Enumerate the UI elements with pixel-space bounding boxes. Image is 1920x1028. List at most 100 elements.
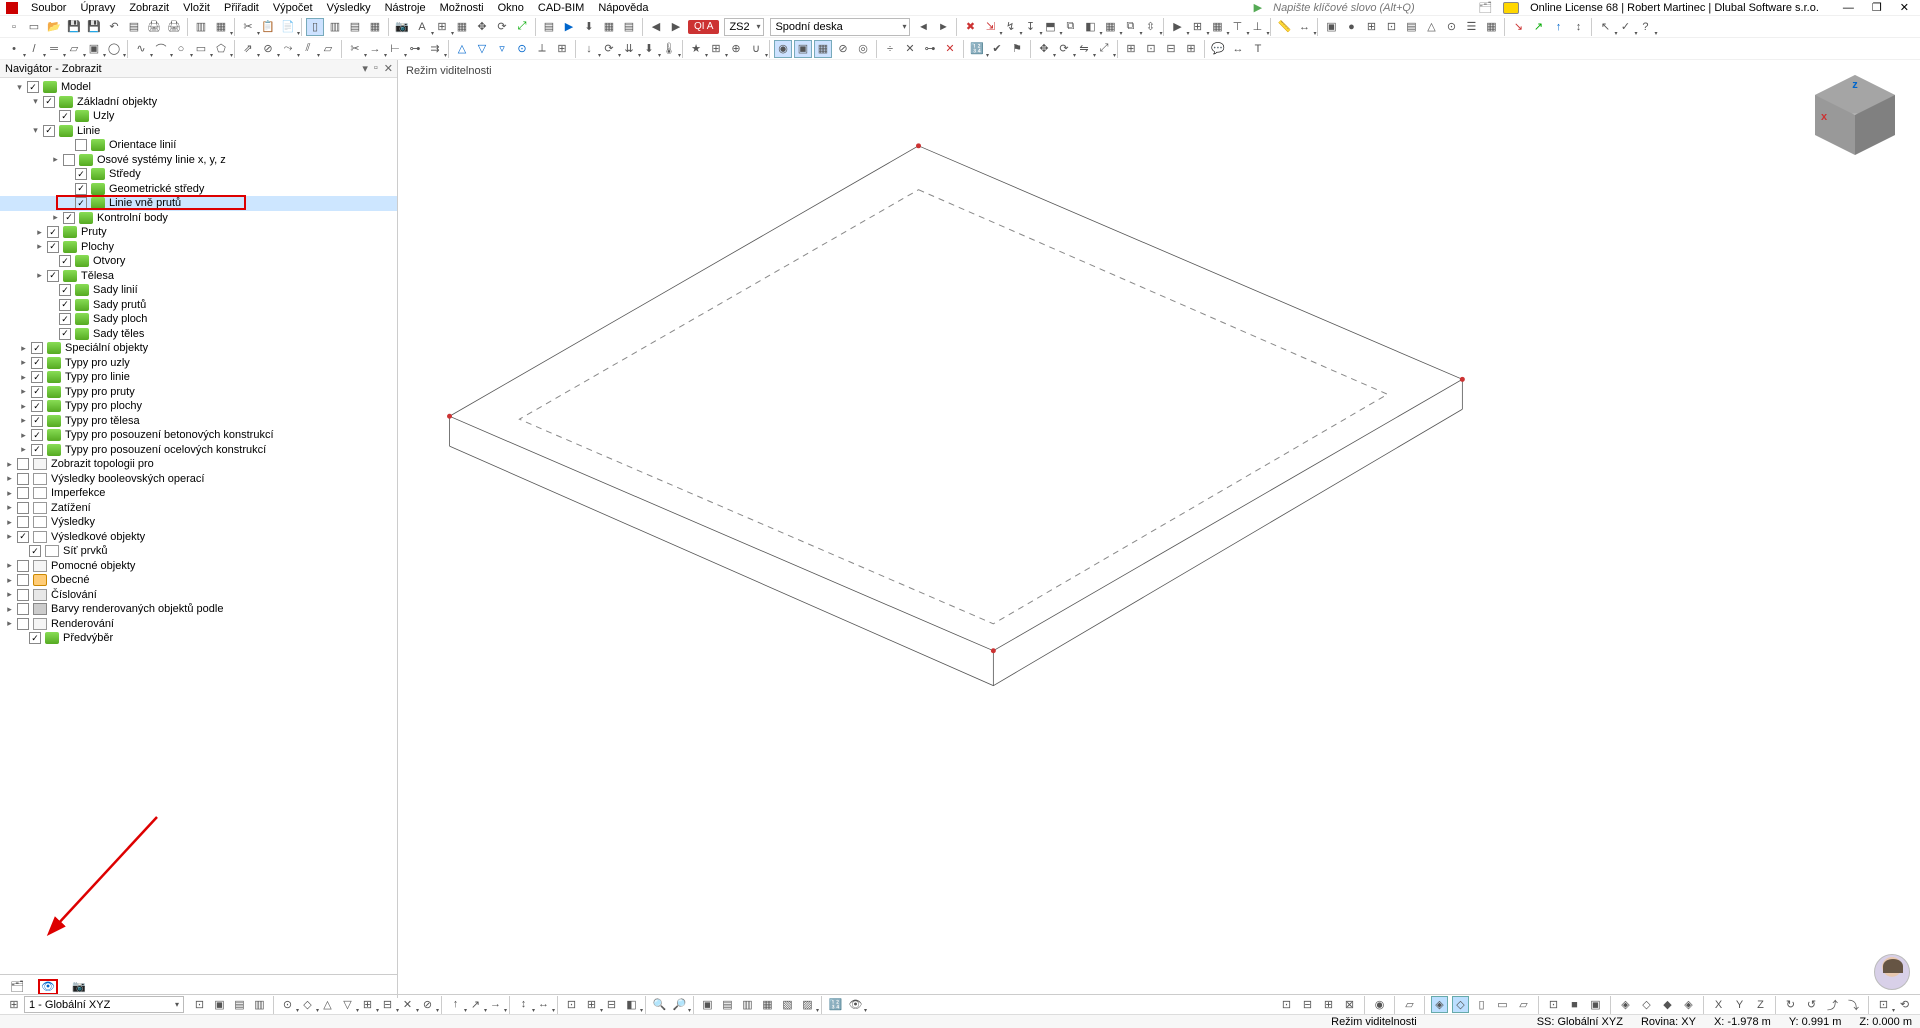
intersect-icon[interactable]: ✕ xyxy=(901,40,919,58)
save-as-icon[interactable]: 💾 xyxy=(85,18,103,36)
checkbox[interactable]: ✓ xyxy=(17,531,29,543)
rotate-obj-icon[interactable]: ⟳ xyxy=(1055,40,1073,58)
divide-icon[interactable]: ÷ xyxy=(881,40,899,58)
node-support-icon[interactable]: △ xyxy=(453,40,471,58)
new-surface-icon[interactable]: ▱ xyxy=(65,40,83,58)
lineload-icon[interactable]: ⇊ xyxy=(620,40,638,58)
expand-icon[interactable]: ▸ xyxy=(4,589,15,600)
cam-icon[interactable]: 📷 xyxy=(393,18,411,36)
checkbox[interactable] xyxy=(17,516,29,528)
sb-obj2-icon[interactable]: ▤ xyxy=(719,996,736,1013)
checkbox[interactable]: ✓ xyxy=(31,342,43,354)
anim-icon[interactable]: ▶ xyxy=(1168,18,1186,36)
tree-item-typtelesa[interactable]: ▸✓Typy pro tělesa xyxy=(0,414,397,429)
sb-r2-icon[interactable]: ⊟ xyxy=(1299,996,1316,1013)
sb-f-icon[interactable]: ◧ xyxy=(623,996,640,1013)
tree-item-sadylinii[interactable]: ✓Sady linií xyxy=(0,283,397,298)
checkbox[interactable]: ✓ xyxy=(59,110,71,122)
mirror-icon[interactable]: ⇋ xyxy=(1075,40,1093,58)
wizard-icon[interactable]: ★ xyxy=(687,40,705,58)
expand-icon[interactable]: ▸ xyxy=(18,444,29,455)
expand-icon[interactable]: ▸ xyxy=(34,241,45,252)
tree-item-kontrol[interactable]: ▸✓Kontrolní body xyxy=(0,211,397,226)
block-icon[interactable]: ▭ xyxy=(25,18,43,36)
copy-icon[interactable]: 📋 xyxy=(259,18,277,36)
deform-icon[interactable]: ↯ xyxy=(1001,18,1019,36)
checkbox[interactable]: ✓ xyxy=(59,255,71,267)
rotate-icon[interactable]: ⟳ xyxy=(493,18,511,36)
expand-icon[interactable]: ▸ xyxy=(18,386,29,397)
check-model-icon[interactable]: ✔ xyxy=(988,40,1006,58)
viewport[interactable]: Režim viditelnosti x y z xyxy=(398,60,1920,998)
paste-icon[interactable]: 📄 xyxy=(279,18,297,36)
move-obj-icon[interactable]: ✥ xyxy=(1035,40,1053,58)
member-hinge-icon[interactable]: ⊙ xyxy=(513,40,531,58)
checkbox[interactable]: ✓ xyxy=(59,313,71,325)
scale-icon[interactable]: ⇳ xyxy=(1141,18,1159,36)
split-icon[interactable]: ⊢ xyxy=(386,40,404,58)
tree-item-zaklad[interactable]: ▾✓Základní objekty xyxy=(0,95,397,110)
sb-persp-icon[interactable]: ▱ xyxy=(1401,996,1418,1013)
scale-obj-icon[interactable]: ⤢ xyxy=(1095,40,1113,58)
checkbox[interactable]: ✓ xyxy=(31,357,43,369)
calc-check-icon[interactable]: ▤ xyxy=(540,18,558,36)
expand-icon[interactable]: ▸ xyxy=(18,343,29,354)
sb-r1-icon[interactable]: ⊡ xyxy=(1278,996,1295,1013)
new-node-icon[interactable]: • xyxy=(5,40,23,58)
expand-icon[interactable]: ▸ xyxy=(50,154,61,165)
tree-item-stredy[interactable]: ✓Středy xyxy=(0,167,397,182)
snap-icon[interactable]: ⊞ xyxy=(433,18,451,36)
cuts-icon[interactable]: ⧉ xyxy=(1121,18,1139,36)
tab-display[interactable]: 👁 xyxy=(38,979,58,995)
sb-rot-cw-icon[interactable]: ↻ xyxy=(1782,996,1799,1013)
expand-icon[interactable]: ▸ xyxy=(4,473,15,484)
menu-calc[interactable]: Výpočet xyxy=(266,2,320,14)
window4-button[interactable]: ▦ xyxy=(366,18,384,36)
checkbox[interactable]: ✓ xyxy=(75,197,87,209)
sb-wireframe-icon[interactable]: ⊡ xyxy=(1545,996,1562,1013)
menu-edit[interactable]: Úpravy xyxy=(73,2,122,14)
circle-icon[interactable]: ○ xyxy=(172,40,190,58)
assistant-avatar[interactable] xyxy=(1874,954,1910,990)
sb-d-icon[interactable]: ⊞ xyxy=(583,996,600,1013)
tree-item-plochy[interactable]: ▸✓Plochy xyxy=(0,240,397,255)
grid-icon[interactable]: ▦ xyxy=(453,18,471,36)
loft-icon[interactable]: ⫽ xyxy=(299,40,317,58)
tree-item-barvy[interactable]: ▸Barvy renderovaných objektů podle xyxy=(0,602,397,617)
redo-icon[interactable]: ▤ xyxy=(125,18,143,36)
window2h-button[interactable]: ▥ xyxy=(326,18,344,36)
expand-icon[interactable]: ▸ xyxy=(4,488,15,499)
checkbox[interactable]: ✓ xyxy=(31,429,43,441)
checkbox[interactable]: ✓ xyxy=(27,81,39,93)
tree-item-sadyploch[interactable]: ✓Sady ploch xyxy=(0,312,397,327)
expand-icon[interactable]: ▸ xyxy=(18,357,29,368)
checkbox[interactable] xyxy=(17,574,29,586)
sb-zoom2-icon[interactable]: 🔎 xyxy=(671,996,688,1013)
sb-z-view-icon[interactable]: Z xyxy=(1752,996,1769,1013)
sb-snap1-icon[interactable]: ⊙ xyxy=(279,996,296,1013)
join-icon[interactable]: ⊶ xyxy=(406,40,424,58)
local-cs-icon[interactable]: ⊞ xyxy=(1122,40,1140,58)
checkbox[interactable]: ✓ xyxy=(31,386,43,398)
tree-item-sadyprutu[interactable]: ✓Sady prutů xyxy=(0,298,397,313)
cuboid-icon[interactable]: ▦ xyxy=(212,18,230,36)
tree-item-render[interactable]: ▸Renderování xyxy=(0,617,397,632)
menu-file[interactable]: Soubor xyxy=(24,2,73,14)
sb-b-icon[interactable]: ↔ xyxy=(535,996,552,1013)
checkbox[interactable]: ✓ xyxy=(31,371,43,383)
tree-item-typocel[interactable]: ▸✓Typy pro posouzení ocelových konstrukc… xyxy=(0,443,397,458)
checkbox[interactable]: ✓ xyxy=(47,270,59,282)
tree-item-sadyteles[interactable]: ✓Sady těles xyxy=(0,327,397,342)
visibility-mode-button[interactable]: ◉ xyxy=(774,40,792,58)
arrow-x-icon[interactable]: ↘ xyxy=(1509,18,1527,36)
expand-icon[interactable]: ▸ xyxy=(50,212,61,223)
axes-10-icon[interactable]: ↕ xyxy=(1569,18,1587,36)
sb-obj3-icon[interactable]: ▥ xyxy=(739,996,756,1013)
layers-icon[interactable]: ☰ xyxy=(1462,18,1480,36)
load-case-name-select[interactable]: Spodní deska xyxy=(770,18,910,36)
expand-icon[interactable]: ▸ xyxy=(18,430,29,441)
vis-group1-button[interactable]: ▣ xyxy=(794,40,812,58)
tree-item-imperf[interactable]: ▸Imperfekce xyxy=(0,486,397,501)
new-opening-icon[interactable]: ◯ xyxy=(105,40,123,58)
expand-icon[interactable]: ▸ xyxy=(4,575,15,586)
